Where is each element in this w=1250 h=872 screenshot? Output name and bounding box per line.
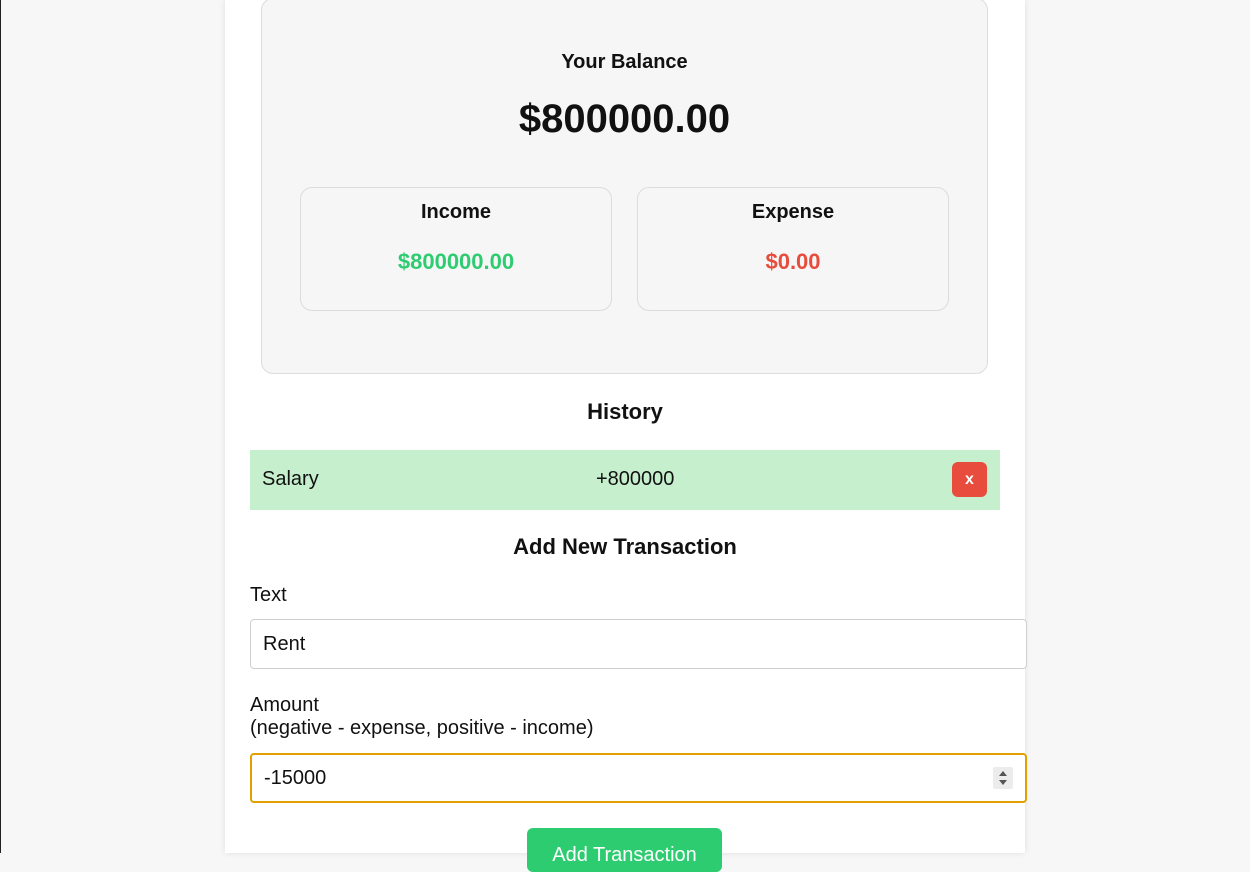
income-title: Income	[420, 201, 492, 223]
expense-card: Expense $0.00	[637, 187, 949, 311]
expense-tracker-container: Your Balance $800000.00 Income $800000.0…	[225, 0, 1027, 872]
text-label: Text	[250, 584, 287, 606]
history-item: Salary +800000 x	[250, 450, 1000, 510]
number-spinner-icon[interactable]	[993, 767, 1013, 789]
expense-amount: $0.00	[765, 249, 821, 274]
history-item-amount: +800000	[596, 468, 675, 490]
income-amount: $800000.00	[397, 249, 515, 274]
balance-amount: $800000.00	[518, 97, 731, 141]
income-card: Income $800000.00	[300, 187, 612, 311]
amount-label-title: Amount	[250, 694, 319, 716]
amount-label: Amount (negative - expense, positive - i…	[250, 694, 594, 740]
delete-transaction-button[interactable]: x	[952, 462, 987, 497]
text-input[interactable]: Rent	[250, 619, 1027, 669]
balance-title: Your Balance	[561, 51, 688, 73]
add-transaction-title: Add New Transaction	[513, 534, 737, 559]
history-item-text: Salary	[262, 468, 319, 490]
add-transaction-button[interactable]: Add Transaction	[527, 828, 722, 872]
expense-title: Expense	[751, 201, 835, 223]
spinner-up-icon[interactable]	[999, 771, 1007, 776]
spinner-down-icon[interactable]	[999, 780, 1007, 785]
amount-input[interactable]: -15000	[250, 753, 1027, 803]
amount-input-value: -15000	[264, 767, 327, 789]
balance-card: Your Balance $800000.00 Income $800000.0…	[261, 0, 988, 374]
window-edge	[0, 0, 1, 853]
amount-label-hint: (negative - expense, positive - income)	[250, 717, 594, 739]
history-title: History	[587, 399, 663, 424]
